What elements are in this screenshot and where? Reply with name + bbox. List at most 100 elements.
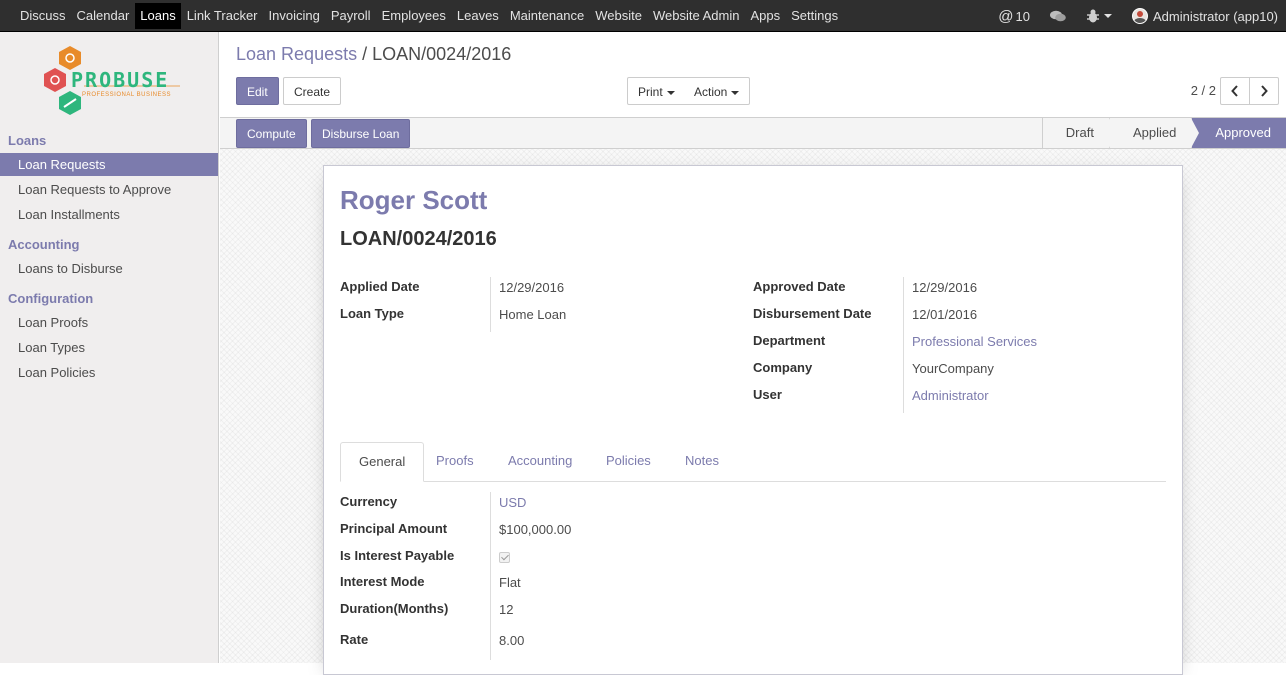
menu-link-tracker[interactable]: Link Tracker — [182, 3, 263, 29]
pager-previous-button[interactable] — [1220, 77, 1250, 105]
field-label-duration: Duration(Months) — [340, 601, 449, 616]
field-value-interest-mode: Flat — [499, 575, 521, 590]
main-content: Loan Requests / LOAN/0024/2016 Edit Crea… — [220, 32, 1286, 675]
pager-value: 2 / 2 — [1190, 83, 1216, 98]
sidebar-section-accounting: Accounting — [8, 237, 80, 252]
field-value-company: YourCompany — [912, 361, 994, 376]
menu-maintenance[interactable]: Maintenance — [505, 3, 589, 29]
chevron-down-icon — [1104, 14, 1112, 18]
debug-menu-button[interactable] — [1086, 9, 1112, 23]
status-bar: Compute Disburse Loan Draft Applied Appr… — [220, 117, 1286, 149]
menu-leaves[interactable]: Leaves — [452, 3, 504, 29]
tab-accounting[interactable]: Accounting — [490, 442, 590, 482]
sidebar-item-loan-requests-to-approve[interactable]: Loan Requests to Approve — [0, 178, 218, 201]
top-navbar: Discuss Calendar Loans Link Tracker Invo… — [0, 0, 1286, 32]
field-label-interest-mode: Interest Mode — [340, 574, 425, 589]
app-menu: Discuss Calendar Loans Link Tracker Invo… — [15, 3, 844, 29]
sidebar-item-loan-proofs[interactable]: Loan Proofs — [0, 311, 218, 334]
company-logo[interactable]: PROBUSE PROFESSIONAL BUSINESS — [44, 46, 184, 118]
user-name: Administrator (app10) — [1153, 8, 1278, 24]
create-button[interactable]: Create — [283, 77, 342, 105]
menu-website-admin[interactable]: Website Admin — [648, 3, 744, 29]
chevron-down-icon — [666, 90, 675, 95]
stage-approved[interactable]: Approved — [1191, 118, 1286, 148]
field-label-user: User — [753, 387, 782, 402]
status-stages: Draft Applied Approved — [1041, 118, 1286, 148]
employee-name: Roger Scott — [340, 185, 488, 215]
notebook-tabs: General Proofs Accounting Policies Notes — [340, 442, 1166, 482]
field-value-user[interactable]: Administrator — [912, 388, 989, 403]
sidebar-item-loan-policies[interactable]: Loan Policies — [0, 361, 218, 384]
chat-button[interactable] — [1050, 10, 1066, 23]
print-label: Print — [638, 85, 663, 99]
menu-apps[interactable]: Apps — [745, 3, 785, 29]
sidebar-item-loan-types[interactable]: Loan Types — [0, 336, 218, 359]
disburse-loan-button[interactable]: Disburse Loan — [311, 119, 411, 148]
interest-payable-checkbox[interactable] — [499, 552, 510, 563]
field-label-applied-date: Applied Date — [340, 279, 420, 294]
chevron-down-icon — [731, 90, 740, 95]
field-label-approved-date: Approved Date — [753, 279, 846, 294]
sidebar-item-loan-requests[interactable]: Loan Requests — [0, 153, 218, 176]
tab-general[interactable]: General — [340, 442, 425, 482]
breadcrumb: Loan Requests / LOAN/0024/2016 — [236, 44, 511, 65]
field-value-duration: 12 — [499, 602, 514, 617]
action-label: Action — [694, 85, 728, 99]
menu-discuss[interactable]: Discuss — [15, 3, 71, 29]
avatar — [1132, 8, 1148, 24]
field-label-department: Department — [753, 333, 826, 348]
group-divider — [490, 277, 491, 332]
field-label-loan-type: Loan Type — [340, 306, 405, 321]
field-label-currency: Currency — [340, 494, 398, 509]
stage-applied[interactable]: Applied — [1108, 118, 1200, 148]
field-value-currency[interactable]: USD — [499, 495, 526, 510]
menu-loans[interactable]: Loans — [135, 3, 181, 29]
tab-proofs[interactable]: Proofs — [418, 442, 492, 482]
chat-icon — [1050, 10, 1066, 21]
stage-draft-label: Draft — [1065, 125, 1094, 140]
chevron-right-icon — [1261, 85, 1268, 97]
stage-draft[interactable]: Draft — [1041, 118, 1117, 148]
sidebar-item-loans-to-disburse[interactable]: Loans to Disburse — [0, 257, 218, 280]
print-dropdown[interactable]: Print — [627, 77, 686, 105]
bug-icon — [1087, 9, 1099, 23]
edit-button[interactable]: Edit — [236, 77, 279, 105]
sidebar-item-loan-installments[interactable]: Loan Installments — [0, 203, 218, 226]
action-dropdown[interactable]: Action — [684, 77, 751, 105]
menu-website[interactable]: Website — [590, 3, 647, 29]
field-label-disbursement-date: Disbursement Date — [753, 306, 872, 321]
pager-next-button[interactable] — [1249, 77, 1279, 105]
sidebar-section-configuration: Configuration — [8, 291, 94, 306]
breadcrumb-parent[interactable]: Loan Requests — [236, 44, 357, 64]
form-sheet: Roger Scott LOAN/0024/2016 Applied Date … — [323, 165, 1183, 675]
menu-calendar[interactable]: Calendar — [72, 3, 135, 29]
field-value-rate: 8.00 — [499, 633, 525, 648]
tab-policies[interactable]: Policies — [588, 442, 669, 482]
menu-invoicing[interactable]: Invoicing — [264, 3, 325, 29]
field-value-approved-date: 12/29/2016 — [912, 280, 978, 295]
stage-approved-label: Approved — [1215, 125, 1271, 140]
form-background: Roger Scott LOAN/0024/2016 Applied Date … — [220, 149, 1286, 675]
logo-tagline: PROFESSIONAL BUSINESS — [82, 92, 171, 98]
menu-employees[interactable]: Employees — [377, 3, 451, 29]
mentions-button[interactable]: @ 10 — [998, 8, 1030, 25]
breadcrumb-separator: / — [362, 44, 368, 64]
systray: @ 10 Administrator (app10) — [978, 0, 1278, 32]
field-label-company: Company — [753, 360, 813, 375]
menu-payroll[interactable]: Payroll — [326, 3, 376, 29]
field-value-department[interactable]: Professional Services — [912, 334, 1037, 349]
menu-settings[interactable]: Settings — [786, 3, 843, 29]
stage-applied-label: Applied — [1132, 125, 1177, 140]
tab-notes[interactable]: Notes — [667, 442, 737, 482]
field-value-applied-date: 12/29/2016 — [499, 280, 565, 295]
user-menu[interactable]: Administrator (app10) — [1132, 8, 1278, 24]
field-label-principal-amount: Principal Amount — [340, 521, 448, 536]
field-label-is-interest-payable: Is Interest Payable — [340, 548, 455, 563]
mentions-count: 10 — [1015, 8, 1030, 24]
compute-button[interactable]: Compute — [236, 119, 307, 148]
chevron-left-icon — [1231, 85, 1238, 97]
at-icon: @ — [998, 7, 1014, 25]
logo-brand-text: PROBUSE — [71, 68, 170, 92]
field-label-rate: Rate — [340, 632, 369, 647]
control-panel: Loan Requests / LOAN/0024/2016 Edit Crea… — [220, 32, 1286, 117]
